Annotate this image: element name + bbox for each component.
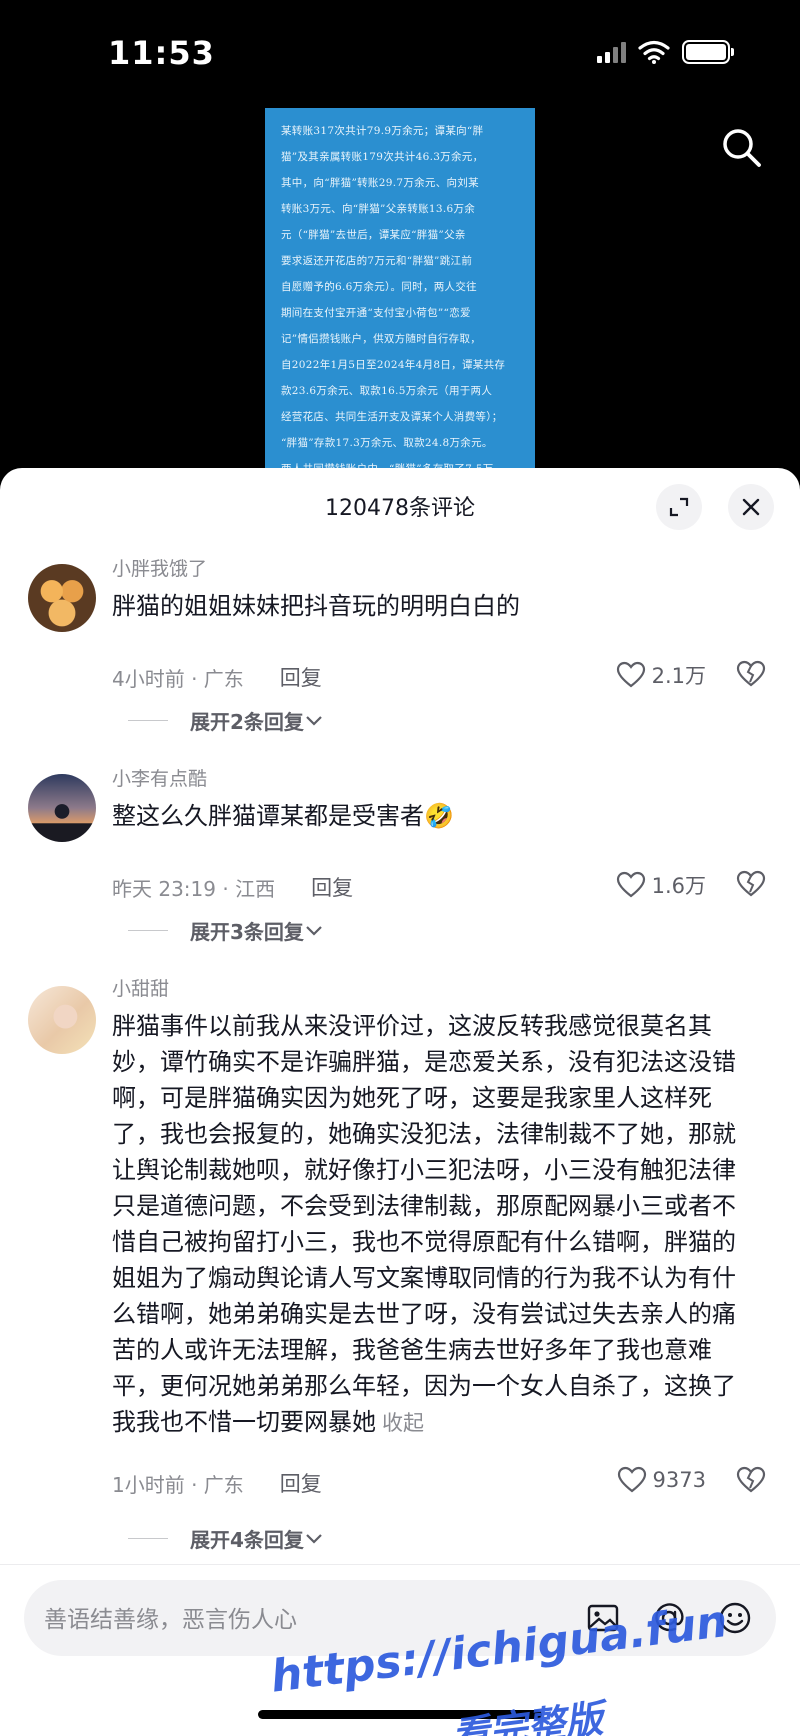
dislike-button[interactable]	[736, 660, 766, 692]
reply-button[interactable]: 回复	[280, 662, 322, 692]
broken-heart-icon	[736, 870, 766, 897]
at-icon	[655, 1603, 684, 1632]
dislike-button[interactable]	[736, 870, 766, 902]
avatar[interactable]	[28, 564, 96, 632]
heart-icon	[617, 1466, 646, 1493]
comment-username[interactable]: 小甜甜	[112, 976, 740, 1002]
like-count: 2.1万	[651, 664, 706, 688]
document-screenshot: 某转账317次共计79.9万余元；谭某向“胖 猫”及其亲属转账179次共计46.…	[265, 108, 535, 470]
heart-icon	[616, 661, 645, 688]
emoji-button[interactable]	[714, 1597, 756, 1639]
search-icon	[723, 129, 761, 167]
comment-item: 小甜甜 胖猫事件以前我从来没评价过，这波反转我感觉很莫名其妙，谭竹确实不是诈骗胖…	[0, 976, 800, 1556]
comment-input-bar[interactable]: 善语结善缘，恶言伤人心	[24, 1580, 776, 1656]
document-text: 某转账317次共计79.9万余元；谭某向“胖 猫”及其亲属转账179次共计46.…	[281, 125, 506, 470]
search-button[interactable]	[718, 124, 766, 172]
home-indicator	[258, 1710, 542, 1719]
image-button[interactable]	[582, 1597, 624, 1639]
heart-icon	[616, 871, 645, 898]
comment-item: 小李有点酷 整这么久胖猫谭某都是受害者🤣 昨天 23:19 · 江西 回复 1.…	[0, 766, 800, 946]
comment-time-location: 昨天 23:19 · 江西	[112, 876, 276, 901]
reply-button[interactable]: 回复	[280, 1468, 322, 1498]
video-player[interactable]: 某转账317次共计79.9万余元；谭某向“胖 猫”及其亲属转账179次共计46.…	[0, 100, 800, 470]
like-button[interactable]: 2.1万	[616, 660, 706, 690]
expand-replies-button[interactable]: 展开4条回复	[128, 1524, 324, 1553]
expand-panel-button[interactable]	[656, 484, 702, 530]
divider-line	[128, 1538, 168, 1539]
chevron-down-icon	[306, 1533, 322, 1544]
close-panel-button[interactable]	[728, 484, 774, 530]
like-count: 9373	[652, 1468, 706, 1492]
divider-line	[128, 930, 168, 931]
comment-time-location: 1小时前 · 广东	[112, 1472, 244, 1497]
expand-replies-label: 展开3条回复	[190, 920, 304, 944]
close-icon	[742, 498, 760, 516]
comment-input-placeholder[interactable]: 善语结善缘，恶言伤人心	[44, 1600, 297, 1634]
status-icons	[597, 40, 734, 64]
divider-line	[128, 720, 168, 721]
image-icon	[587, 1604, 619, 1632]
chevron-down-icon	[306, 715, 322, 726]
expand-icon	[669, 497, 689, 517]
comments-header: 120478条评论	[0, 468, 800, 546]
rofl-emoji: 🤣	[424, 802, 454, 830]
wifi-icon	[638, 40, 670, 64]
comment-text: 整这么久胖猫谭某都是受害者🤣	[112, 798, 740, 834]
reply-button[interactable]: 回复	[311, 872, 353, 902]
comment-text-body: 胖猫事件以前我从来没评价过，这波反转我感觉很莫名其妙，谭竹确实不是诈骗胖猫，是恋…	[112, 1012, 736, 1436]
expand-replies-label: 展开2条回复	[190, 710, 304, 734]
broken-heart-icon	[736, 1466, 766, 1493]
battery-icon	[682, 40, 734, 64]
status-bar: 11:53	[0, 0, 800, 100]
comment-text-body: 整这么久胖猫谭某都是受害者	[112, 802, 424, 830]
avatar[interactable]	[28, 986, 96, 1054]
mention-button[interactable]	[648, 1597, 690, 1639]
like-button[interactable]: 1.6万	[616, 870, 706, 900]
expand-replies-label: 展开4条回复	[190, 1528, 304, 1552]
status-time: 11:53	[108, 34, 215, 72]
comment-text: 胖猫事件以前我从来没评价过，这波反转我感觉很莫名其妙，谭竹确实不是诈骗胖猫，是恋…	[112, 1008, 740, 1441]
comment-text: 胖猫的姐姐妹妹把抖音玩的明明白白的	[112, 592, 520, 620]
comment-username[interactable]: 小胖我饿了	[112, 556, 740, 582]
comment-time-location: 4小时前 · 广东	[112, 666, 244, 691]
like-count: 1.6万	[651, 874, 706, 898]
expand-replies-button[interactable]: 展开3条回复	[128, 916, 324, 945]
collapse-button[interactable]: 收起	[382, 1411, 424, 1435]
dislike-button[interactable]	[736, 1466, 766, 1498]
comment-username[interactable]: 小李有点酷	[112, 766, 740, 792]
expand-replies-button[interactable]: 展开2条回复	[128, 706, 324, 735]
avatar[interactable]	[28, 774, 96, 842]
like-button[interactable]: 9373	[617, 1466, 706, 1494]
comments-panel: 120478条评论 小胖我饿了 胖猫的姐姐妹妹把抖音玩的明明白白的 4小时前 ·…	[0, 468, 800, 1736]
chevron-down-icon	[306, 925, 322, 936]
comment-item: 小胖我饿了 胖猫的姐姐妹妹把抖音玩的明明白白的 4小时前 · 广东 回复 2.1…	[0, 556, 800, 736]
broken-heart-icon	[736, 660, 766, 687]
emoji-icon	[719, 1602, 751, 1634]
cellular-signal-icon	[597, 41, 626, 63]
